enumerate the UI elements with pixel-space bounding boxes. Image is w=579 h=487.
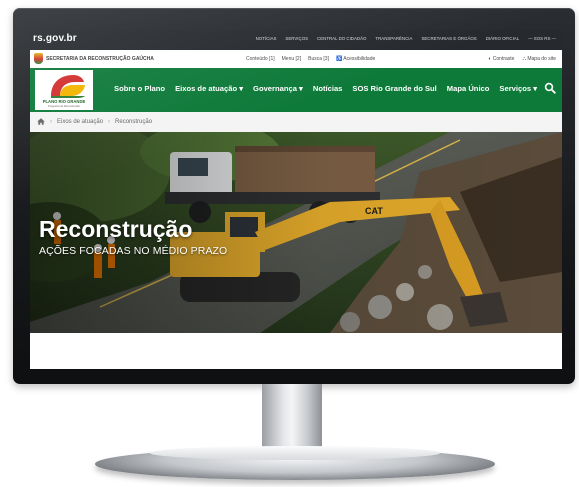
- nav-item-noticias[interactable]: Notícias: [313, 84, 343, 93]
- browser-screen: rs.gov.br NOTÍCIAS SERVIÇOS CENTRAL DO C…: [30, 30, 562, 369]
- nav-item-mapa[interactable]: Mapa Único: [447, 84, 490, 93]
- skip-to-menu-link[interactable]: Menu [2]: [282, 56, 301, 62]
- gov-link-noticias[interactable]: NOTÍCIAS: [256, 36, 277, 41]
- accessibility-shortcuts: Conteúdo [1] Menu [2] Busca [3] ♿ Acessi…: [246, 56, 375, 62]
- secretariat-bar: SECRETARIA DA RECONSTRUÇÃO GAÚCHA Conteú…: [30, 50, 562, 69]
- state-crest-icon: [34, 53, 43, 64]
- sitemap-link[interactable]: ⛬ Mapa do site: [522, 56, 556, 62]
- breadcrumb-eixos[interactable]: Eixos de atuação: [57, 119, 103, 125]
- accessibility-link[interactable]: ♿ Acessibilidade: [336, 56, 375, 62]
- home-icon[interactable]: [37, 118, 45, 125]
- skip-to-search-link[interactable]: Busca [3]: [308, 56, 329, 62]
- nav-item-servicos[interactable]: Serviços ▾: [499, 84, 537, 93]
- monitor-frame: rs.gov.br NOTÍCIAS SERVIÇOS CENTRAL DO C…: [13, 8, 575, 384]
- hero-banner: CAT Reconstrução AÇÕES FOCADAS NO MÉDIO …: [30, 132, 562, 333]
- hero-subtitle: AÇÕES FOCADAS NO MÉDIO PRAZO: [39, 245, 228, 257]
- gov-link-diario[interactable]: DIÁRIO OFICIAL: [486, 36, 519, 41]
- breadcrumb-current: Reconstrução: [115, 118, 153, 125]
- gov-link-central[interactable]: CENTRAL DO CIDADÃO: [317, 36, 366, 41]
- gov-link-sos[interactable]: — SOS RS —: [528, 36, 556, 41]
- primary-nav: Sobre o Plano Eixos de atuação ▾ Governa…: [114, 84, 537, 93]
- nav-item-eixos[interactable]: Eixos de atuação ▾: [175, 84, 243, 93]
- monitor-stand-base-highlight: [150, 446, 440, 460]
- plano-rio-grande-logo[interactable]: PLANO RIO GRANDE Programa de Reconstruçã…: [35, 70, 93, 110]
- breadcrumb-separator: ›: [108, 118, 111, 125]
- gov-links: NOTÍCIAS SERVIÇOS CENTRAL DO CIDADÃO TRA…: [256, 36, 556, 41]
- hero-title: Reconstrução: [39, 216, 193, 242]
- contrast-toggle[interactable]: ◐ Contraste: [488, 56, 514, 62]
- nav-item-sos[interactable]: SOS Rio Grande do Sul: [352, 84, 436, 93]
- breadcrumb-bar: › Eixos de atuação › Reconstrução: [30, 112, 562, 133]
- gov-brand-link[interactable]: rs.gov.br: [33, 33, 77, 44]
- nav-item-sobre[interactable]: Sobre o Plano: [114, 84, 165, 93]
- page-content-area: [30, 333, 562, 369]
- gov-link-servicos[interactable]: SERVIÇOS: [285, 36, 308, 41]
- gov-link-transparencia[interactable]: TRANSPARÊNCIA: [375, 36, 412, 41]
- logo-text: PLANO RIO GRANDE: [42, 99, 86, 104]
- breadcrumb-separator: ›: [50, 118, 52, 125]
- skip-to-content-link[interactable]: Conteúdo [1]: [246, 56, 275, 62]
- breadcrumb: › Eixos de atuação › Reconstrução: [37, 118, 152, 125]
- logo-subtitle: Programa de Reconstrução: [48, 105, 80, 108]
- display-tools: ◐ Contraste ⛬ Mapa do site: [488, 56, 556, 62]
- main-navbar: PLANO RIO GRANDE Programa de Reconstruçã…: [30, 68, 562, 112]
- search-icon[interactable]: [544, 82, 556, 94]
- gov-top-bar: rs.gov.br NOTÍCIAS SERVIÇOS CENTRAL DO C…: [30, 30, 562, 50]
- secretariat-name[interactable]: SECRETARIA DA RECONSTRUÇÃO GAÚCHA: [46, 56, 154, 62]
- nav-item-governanca[interactable]: Governança ▾: [253, 84, 303, 93]
- logo-mark-icon: [51, 75, 85, 98]
- gov-link-secretarias[interactable]: SECRETARIAS E ÓRGÃOS: [421, 36, 476, 41]
